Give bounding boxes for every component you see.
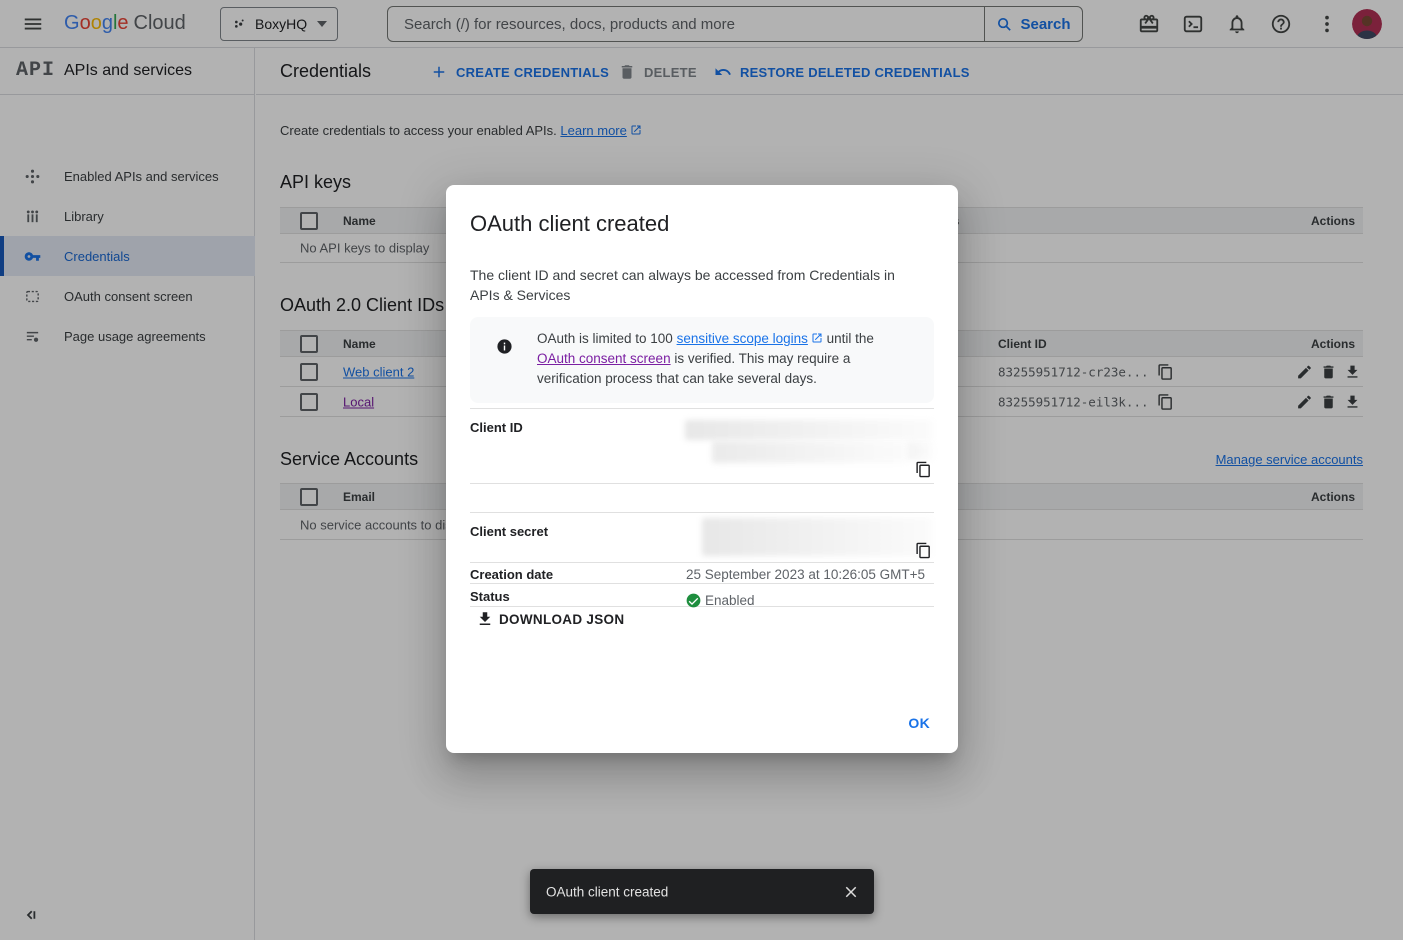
- client-id-label: Client ID: [470, 420, 523, 435]
- close-icon[interactable]: [842, 883, 860, 901]
- screen: GoogleCloud BoxyHQ Search: [0, 0, 1403, 940]
- spacer-row: [470, 483, 934, 512]
- copy-icon[interactable]: [915, 461, 932, 478]
- download-json-label: DOWNLOAD JSON: [499, 612, 624, 627]
- client-secret-row: Client secret: [470, 512, 934, 562]
- external-link-icon: [811, 330, 823, 342]
- notice-pre: OAuth is limited to 100: [537, 331, 677, 346]
- dialog-description: The client ID and secret can always be a…: [470, 265, 920, 305]
- download-json-button[interactable]: DOWNLOAD JSON: [476, 610, 624, 628]
- dialog-title: OAuth client created: [470, 211, 669, 237]
- copy-icon[interactable]: [915, 542, 932, 559]
- oauth-client-created-dialog: OAuth client created The client ID and s…: [446, 185, 958, 753]
- client-id-row: Client ID: [470, 408, 934, 483]
- client-id-redacted: [685, 420, 933, 440]
- oauth-limit-notice: OAuth is limited to 100 sensitive scope …: [470, 317, 934, 403]
- snackbar-message: OAuth client created: [546, 884, 668, 899]
- sensitive-scope-logins-link[interactable]: sensitive scope logins: [677, 331, 808, 346]
- check-circle-icon: [686, 593, 701, 608]
- creation-date-label: Creation date: [470, 567, 553, 582]
- ok-button[interactable]: OK: [900, 709, 938, 737]
- notice-mid: until the: [823, 331, 874, 346]
- info-icon: [496, 338, 513, 355]
- client-id-redacted: [908, 442, 934, 460]
- status-row: Status Enabled: [470, 583, 934, 607]
- creation-date-row: Creation date 25 September 2023 at 10:26…: [470, 562, 934, 583]
- download-icon: [476, 610, 494, 628]
- status-value: Enabled: [686, 593, 755, 608]
- client-secret-label: Client secret: [470, 524, 548, 539]
- snackbar: OAuth client created: [530, 869, 874, 914]
- status-label: Status: [470, 589, 510, 604]
- oauth-consent-screen-link[interactable]: OAuth consent screen: [537, 351, 671, 366]
- creation-date-value: 25 September 2023 at 10:26:05 GMT+5: [686, 567, 925, 582]
- notice-text: OAuth is limited to 100 sensitive scope …: [537, 329, 915, 389]
- client-id-redacted: [712, 441, 908, 463]
- status-text: Enabled: [705, 593, 755, 608]
- client-secret-redacted: [702, 518, 932, 556]
